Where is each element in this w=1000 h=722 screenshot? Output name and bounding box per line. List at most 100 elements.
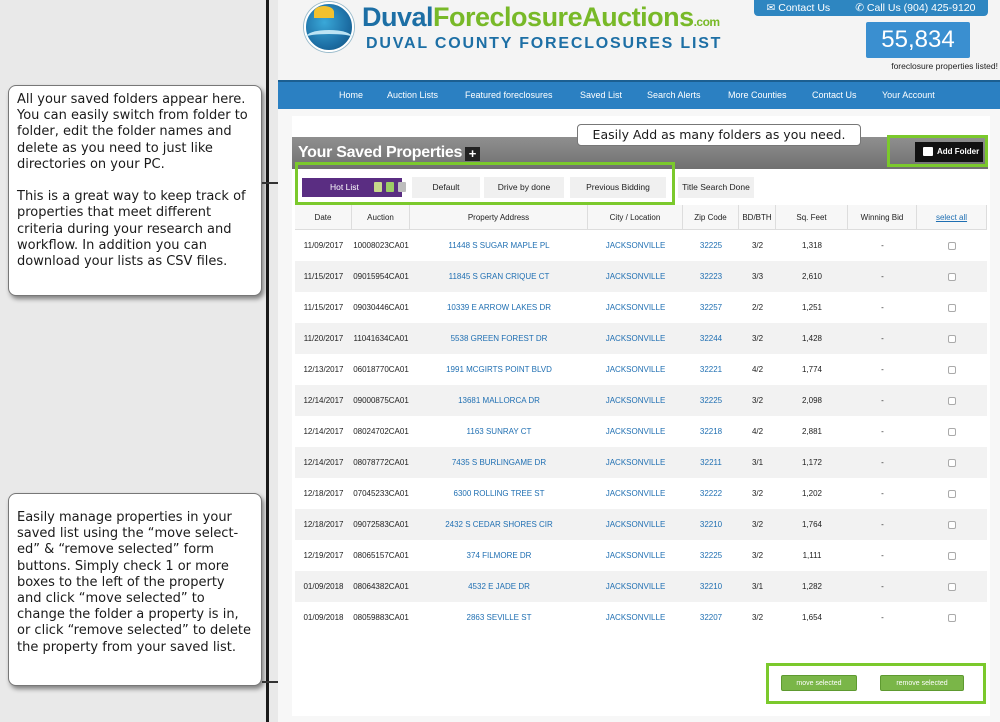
move-selected-button[interactable]: move selected xyxy=(781,675,857,691)
col-address[interactable]: Property Address xyxy=(410,205,588,229)
col-winning-bid[interactable]: Winning Bid xyxy=(848,205,917,229)
col-date[interactable]: Date xyxy=(295,205,352,229)
checkbox-icon[interactable] xyxy=(948,582,956,591)
checkbox-icon[interactable] xyxy=(948,520,956,529)
trash-icon[interactable] xyxy=(398,182,406,192)
brand-logo-text[interactable]: DuvalForeclosureAuctions.com xyxy=(362,2,720,33)
cell-address[interactable]: 6300 ROLLING TREE ST xyxy=(410,478,588,509)
cell-city[interactable]: JACKSONVILLE xyxy=(588,385,683,416)
cell-select xyxy=(917,354,987,385)
nav-contact-us[interactable]: Contact Us xyxy=(812,90,857,100)
cell-city[interactable]: JACKSONVILLE xyxy=(588,292,683,323)
table-row: 12/14/2017 09000875CA01 13681 MALLORCA DR J… xyxy=(295,385,987,416)
cell-city[interactable]: JACKSONVILLE xyxy=(588,478,683,509)
cell-auction: 06018770CA01 xyxy=(353,365,409,374)
checkbox-icon[interactable] xyxy=(948,458,956,467)
tab-previous-bidding[interactable]: Previous Bidding xyxy=(570,177,666,198)
cell-city[interactable]: JACKSONVILLE xyxy=(588,261,683,292)
cell-address[interactable]: 1991 MCGIRTS POINT BLVD xyxy=(410,354,588,385)
nav-your-account[interactable]: Your Account xyxy=(882,90,935,100)
folders-annotation: All your saved folders appear here. You … xyxy=(8,85,262,296)
cell-address[interactable]: 11845 S GRAN CRIQUE CT xyxy=(410,261,588,292)
checkbox-icon[interactable] xyxy=(948,272,956,281)
cell-win: - xyxy=(881,520,884,529)
checkbox-icon[interactable] xyxy=(948,613,956,622)
cell-date: 12/14/2017 xyxy=(303,396,344,405)
checkbox-icon[interactable] xyxy=(948,427,956,436)
site-header: DuvalForeclosureAuctions.com DUVAL COUNT… xyxy=(278,0,1000,80)
nav-auction-lists[interactable]: Auction Lists xyxy=(387,90,438,100)
cell-address[interactable]: 7435 S BURLINGAME DR xyxy=(410,447,588,478)
cell-zip[interactable]: 32218 xyxy=(683,416,739,447)
call-us-link[interactable]: ✆ Call Us (904) 425-9120 xyxy=(855,2,975,14)
checkbox-icon[interactable] xyxy=(948,551,956,560)
cell-city[interactable]: JACKSONVILLE xyxy=(588,540,683,571)
edit-icon[interactable] xyxy=(374,182,382,192)
cell-address[interactable]: 13681 MALLORCA DR xyxy=(410,385,588,416)
cell-zip[interactable]: 32207 xyxy=(683,602,739,633)
cell-zip[interactable]: 32225 xyxy=(683,540,739,571)
tab-hot-list[interactable]: Hot List xyxy=(302,178,406,197)
select-all-link[interactable]: select all xyxy=(917,205,987,229)
cell-city[interactable]: JACKSONVILLE xyxy=(588,354,683,385)
cell-city[interactable]: JACKSONVILLE xyxy=(588,571,683,602)
cell-bd: 3/2 xyxy=(751,334,764,343)
checkbox-icon[interactable] xyxy=(948,489,956,498)
checkbox-icon[interactable] xyxy=(948,365,956,374)
cell-date: 01/09/2018 xyxy=(303,582,344,591)
contact-us-link[interactable]: ✉ Contact Us xyxy=(767,2,831,14)
add-folder-button[interactable]: Add Folder xyxy=(915,142,983,162)
checkbox-icon[interactable] xyxy=(948,303,956,312)
cell-sqft: 1,282 xyxy=(801,582,823,591)
cell-zip[interactable]: 32244 xyxy=(683,323,739,354)
checkbox-icon[interactable] xyxy=(948,396,956,405)
nav-saved-list[interactable]: Saved List xyxy=(580,90,622,100)
cell-zip[interactable]: 32210 xyxy=(683,509,739,540)
cell-city[interactable]: JACKSONVILLE xyxy=(588,447,683,478)
cell-zip[interactable]: 32257 xyxy=(683,292,739,323)
cell-sqft: 1,172 xyxy=(801,458,823,467)
tab-title-search-done[interactable]: Title Search Done xyxy=(678,177,754,198)
nav-search-alerts[interactable]: Search Alerts xyxy=(647,90,701,100)
remove-selected-button[interactable]: remove selected xyxy=(880,675,964,691)
cell-address[interactable]: 374 FILMORE DR xyxy=(410,540,588,571)
cell-zip[interactable]: 32225 xyxy=(683,230,739,261)
cell-city[interactable]: JACKSONVILLE xyxy=(588,323,683,354)
checkbox-icon[interactable] xyxy=(948,241,956,250)
csv-icon[interactable] xyxy=(386,182,394,192)
tab-drive-by-done[interactable]: Drive by done xyxy=(484,177,564,198)
cell-city[interactable]: JACKSONVILLE xyxy=(588,416,683,447)
cell-address[interactable]: 2432 S CEDAR SHORES CIR xyxy=(410,509,588,540)
col-zip[interactable]: Zip Code xyxy=(683,205,739,229)
col-city[interactable]: City / Location xyxy=(588,205,683,229)
nav-more-counties[interactable]: More Counties xyxy=(728,90,787,100)
cell-address[interactable]: 1163 SUNRAY CT xyxy=(410,416,588,447)
cell-zip[interactable]: 32222 xyxy=(683,478,739,509)
cell-address[interactable]: 5538 GREEN FOREST DR xyxy=(410,323,588,354)
cell-date: 11/15/2017 xyxy=(303,272,344,281)
cell-select xyxy=(917,478,987,509)
nav-home[interactable]: Home xyxy=(339,90,363,100)
cell-address[interactable]: 2863 SEVILLE ST xyxy=(410,602,588,633)
cell-address[interactable]: 10339 E ARROW LAKES DR xyxy=(410,292,588,323)
cell-sqft: 1,654 xyxy=(801,613,823,622)
cell-address[interactable]: 11448 S SUGAR MAPLE PL xyxy=(410,230,588,261)
col-auction[interactable]: Auction xyxy=(352,205,410,229)
cell-zip[interactable]: 32225 xyxy=(683,385,739,416)
cell-address[interactable]: 4532 E JADE DR xyxy=(410,571,588,602)
checkbox-icon[interactable] xyxy=(948,334,956,343)
cell-city[interactable]: JACKSONVILLE xyxy=(588,509,683,540)
plus-icon[interactable]: + xyxy=(465,147,480,161)
cell-zip[interactable]: 32211 xyxy=(683,447,739,478)
cell-zip[interactable]: 32210 xyxy=(683,571,739,602)
cell-city[interactable]: JACKSONVILLE xyxy=(588,602,683,633)
cell-city[interactable]: JACKSONVILLE xyxy=(588,230,683,261)
cell-date: 01/09/2018 xyxy=(303,613,344,622)
col-sqft[interactable]: Sq. Feet xyxy=(776,205,848,229)
col-bd-bth[interactable]: BD/BTH xyxy=(739,205,776,229)
main-nav: Home Auction Lists Featured foreclosures… xyxy=(278,80,1000,109)
nav-featured-foreclosures[interactable]: Featured foreclosures xyxy=(465,90,553,100)
cell-zip[interactable]: 32223 xyxy=(683,261,739,292)
tab-default[interactable]: Default xyxy=(412,177,480,198)
cell-zip[interactable]: 32221 xyxy=(683,354,739,385)
